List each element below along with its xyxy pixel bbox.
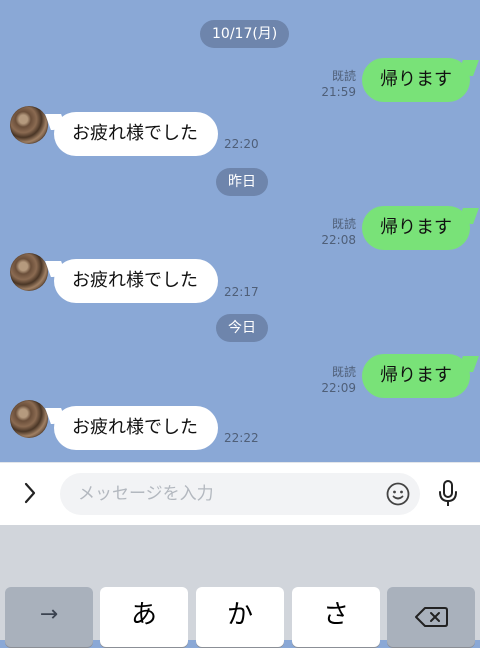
smiley-icon[interactable] <box>386 482 410 506</box>
date-separator: 今日 <box>216 314 268 342</box>
message-bubble-incoming[interactable]: お疲れ様でした <box>54 406 218 450</box>
date-separator: 10/17(月) <box>200 20 290 48</box>
key-sa[interactable]: さ <box>292 587 380 647</box>
message-bubble-incoming[interactable]: お疲れ様でした <box>54 259 218 303</box>
chat-area[interactable]: 10/17(月) 既読 21:59 帰ります お疲れ様でした 22:20 昨日 … <box>0 0 480 462</box>
message-time: 22:22 <box>224 431 259 445</box>
date-separator: 昨日 <box>216 168 268 196</box>
read-receipt: 既読 22:08 <box>321 217 356 247</box>
message-composer: メッセージを入力 <box>0 462 480 525</box>
read-receipt: 既読 21:59 <box>321 69 356 99</box>
microphone-icon[interactable] <box>434 479 462 509</box>
message-bubble-outgoing[interactable]: 帰ります <box>362 354 470 398</box>
chevron-right-icon[interactable] <box>14 477 46 509</box>
message-bubble-outgoing[interactable]: 帰ります <box>362 58 470 102</box>
message-input[interactable]: メッセージを入力 <box>60 473 420 515</box>
message-bubble-incoming[interactable]: お疲れ様でした <box>54 112 218 156</box>
avatar[interactable] <box>10 253 48 291</box>
key-a[interactable]: あ <box>100 587 188 647</box>
message-bubble-outgoing[interactable]: 帰ります <box>362 206 470 250</box>
key-ka[interactable]: か <box>196 587 284 647</box>
read-receipt: 既読 22:09 <box>321 365 356 395</box>
message-time: 22:17 <box>224 285 259 299</box>
next-candidate-key[interactable]: → <box>5 587 93 647</box>
keyboard: → あ か さ <box>0 525 480 647</box>
avatar[interactable] <box>10 400 48 438</box>
message-time: 22:20 <box>224 137 259 151</box>
avatar[interactable] <box>10 106 48 144</box>
backspace-key[interactable] <box>387 587 475 647</box>
backspace-icon <box>415 607 448 627</box>
